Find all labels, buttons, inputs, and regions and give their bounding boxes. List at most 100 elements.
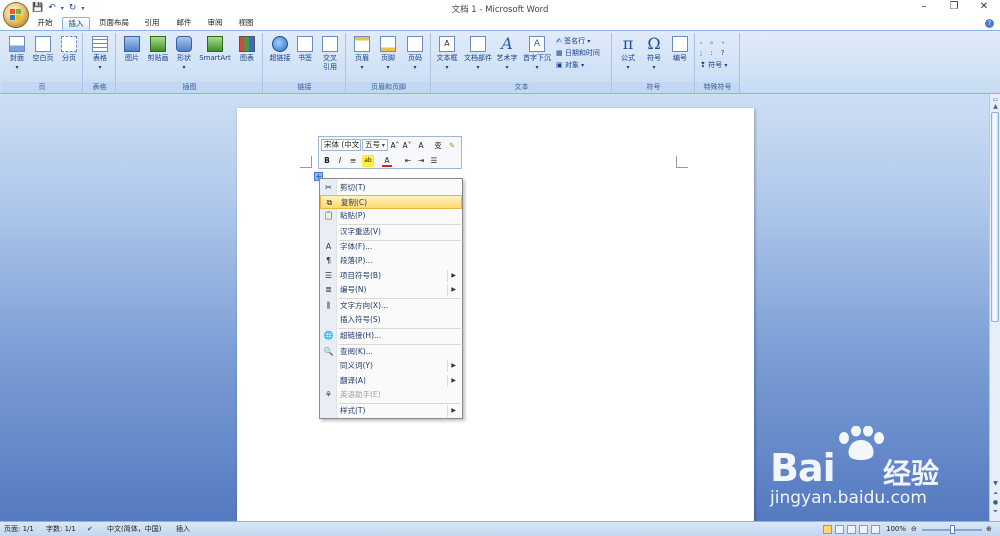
decrease-indent-icon[interactable]: ⇤ bbox=[403, 155, 413, 167]
context-menu-item[interactable]: 汉字重选(V) bbox=[320, 225, 462, 239]
context-menu-item[interactable]: 插入符号(S) bbox=[320, 313, 462, 327]
quick-parts-button[interactable]: 文档部件 ▾ bbox=[461, 36, 495, 72]
chart-button[interactable]: 图表 bbox=[236, 36, 258, 63]
table-button[interactable]: 表格 ▾ bbox=[88, 36, 112, 72]
font-name-select[interactable]: 宋体 (中文 bbox=[321, 139, 361, 151]
scroll-up-icon[interactable]: ▲ bbox=[991, 103, 1000, 111]
bookmark-button[interactable]: 书签 bbox=[295, 36, 315, 63]
scroll-down-icon[interactable]: ▼ bbox=[991, 480, 1000, 488]
font-size-select[interactable]: 五号 ▾ bbox=[362, 139, 388, 151]
outline-view-icon[interactable] bbox=[859, 525, 868, 534]
page-count[interactable]: 页面: 1/1 bbox=[4, 524, 34, 535]
footer-button[interactable]: 页脚 ▾ bbox=[377, 36, 399, 72]
scroll-thumb[interactable] bbox=[991, 112, 999, 322]
increase-indent-icon[interactable]: ⇥ bbox=[416, 155, 426, 167]
tab-view[interactable]: 视图 bbox=[232, 17, 260, 30]
context-menu-item[interactable]: ¶ 段落(P)... bbox=[320, 254, 462, 268]
chart-label: 图表 bbox=[240, 54, 254, 62]
zoom-slider-knob[interactable] bbox=[950, 525, 955, 534]
textbox-button[interactable]: A 文本框 ▾ bbox=[434, 36, 460, 72]
tab-insert[interactable]: 插入 bbox=[62, 17, 90, 30]
clipart-button[interactable]: 剪贴画 bbox=[144, 36, 172, 63]
hyperlink-button[interactable]: 超链接 bbox=[267, 36, 293, 63]
menu-item-icon: ≣ bbox=[325, 285, 332, 294]
insert-mode[interactable]: 插入 bbox=[176, 524, 190, 535]
page-break-button[interactable]: 分页 bbox=[57, 36, 81, 63]
web-layout-icon[interactable] bbox=[847, 525, 856, 534]
object-label: 对象 bbox=[564, 61, 579, 69]
proofing-icon[interactable]: ✔ bbox=[87, 524, 93, 535]
bold-icon[interactable]: B bbox=[322, 155, 332, 167]
print-layout-view-icon[interactable] bbox=[823, 525, 832, 534]
tab-page-layout[interactable]: 页面布局 bbox=[95, 17, 133, 30]
grow-font-icon[interactable]: A˄ bbox=[390, 140, 400, 152]
font-color-icon[interactable]: A bbox=[382, 155, 392, 167]
context-menu-item[interactable]: 同义词(Y) ▶ bbox=[320, 359, 462, 373]
document-page[interactable] bbox=[237, 108, 754, 522]
special-symbols-row2[interactable]: ;:? bbox=[700, 48, 732, 58]
close-button[interactable]: ✕ bbox=[977, 1, 991, 12]
bullets-icon[interactable]: ☰ bbox=[429, 155, 439, 167]
help-icon[interactable]: ? bbox=[985, 19, 994, 28]
blank-page-button[interactable]: 空白页 bbox=[29, 36, 57, 63]
context-menu-item[interactable]: ⫼ 文字方向(X)... bbox=[320, 299, 462, 313]
highlight-icon[interactable]: ab bbox=[362, 155, 374, 167]
word-count[interactable]: 字数: 1/1 bbox=[46, 524, 76, 535]
context-menu-item[interactable]: ✂ 剪切(T) bbox=[320, 181, 462, 195]
format-painter-icon[interactable]: ✎ bbox=[447, 140, 457, 152]
phonetic-guide-icon[interactable]: 变 bbox=[433, 140, 443, 152]
picture-button[interactable]: 图片 bbox=[121, 36, 143, 63]
context-menu-item[interactable]: 翻译(A) ▶ bbox=[320, 374, 462, 388]
special-symbol-button[interactable]: ❢ 符号 ▾ bbox=[700, 60, 727, 71]
page-number-button[interactable]: 页码 ▾ bbox=[404, 36, 426, 72]
zoom-out-icon[interactable]: ⊖ bbox=[911, 524, 917, 535]
context-menu-item[interactable]: 样式(T) ▶ bbox=[320, 404, 462, 418]
center-align-icon[interactable]: ≡ bbox=[348, 155, 358, 167]
header-button[interactable]: 页眉 ▾ bbox=[351, 36, 373, 72]
context-menu-item[interactable]: 🌐 超链接(H)... bbox=[320, 329, 462, 343]
wordart-button[interactable]: A 艺术字 ▾ bbox=[494, 36, 520, 72]
submenu-divider bbox=[447, 360, 448, 372]
styles-icon[interactable]: A bbox=[416, 140, 426, 152]
draft-view-icon[interactable] bbox=[871, 525, 880, 534]
prev-page-icon[interactable]: ⏶ bbox=[991, 490, 1000, 498]
menu-item-icon: ⫼ bbox=[326, 301, 331, 310]
browse-object-icon[interactable]: ● bbox=[991, 499, 1000, 507]
context-menu-item[interactable]: ☰ 项目符号(B) ▶ bbox=[320, 269, 462, 283]
minimize-button[interactable]: – bbox=[917, 1, 931, 12]
tab-review[interactable]: 审阅 bbox=[201, 17, 229, 30]
zoom-in-icon[interactable]: ⊕ bbox=[986, 524, 992, 535]
crossref-button[interactable]: 交叉 引用 bbox=[319, 36, 341, 72]
shrink-font-icon[interactable]: A˅ bbox=[402, 140, 412, 152]
submenu-divider bbox=[447, 405, 448, 417]
italic-icon[interactable]: I bbox=[335, 155, 345, 167]
zoom-level[interactable]: 100% bbox=[886, 524, 906, 535]
symbol-button[interactable]: Ω 符号 ▾ bbox=[643, 36, 665, 72]
equation-button[interactable]: π 公式 ▾ bbox=[617, 36, 639, 72]
calendar-icon: ▦ bbox=[556, 49, 563, 57]
office-button[interactable] bbox=[3, 2, 29, 28]
restore-button[interactable]: ❐ bbox=[947, 1, 961, 12]
tab-references[interactable]: 引用 bbox=[138, 17, 166, 30]
special-symbols-row1[interactable]: ,。、 bbox=[700, 36, 737, 46]
smartart-button[interactable]: SmartArt bbox=[197, 36, 233, 63]
signature-line-button[interactable]: ✍ 签名行 ▾ bbox=[556, 36, 590, 47]
next-page-icon[interactable]: ⏷ bbox=[991, 508, 1000, 516]
context-menu-item[interactable]: ≣ 编号(N) ▶ bbox=[320, 283, 462, 297]
context-menu-item[interactable]: 📋 粘贴(P) bbox=[320, 209, 462, 223]
shapes-button[interactable]: 形状 ▾ bbox=[173, 36, 195, 72]
date-time-button[interactable]: ▦ 日期和时间 bbox=[556, 48, 600, 58]
context-menu-item[interactable]: 🔍 查阅(K)... bbox=[320, 345, 462, 359]
cover-button[interactable]: 封面 ▾ bbox=[6, 36, 28, 72]
language-indicator[interactable]: 中文(简体，中国) bbox=[107, 524, 161, 535]
object-button[interactable]: ▣ 对象 ▾ bbox=[556, 60, 584, 71]
menu-item-icon: ⧉ bbox=[326, 198, 333, 207]
numbering-button[interactable]: 编号 bbox=[669, 36, 691, 63]
dropcap-button[interactable]: A 首字下沉 ▾ bbox=[520, 36, 554, 72]
full-screen-reading-icon[interactable] bbox=[835, 525, 844, 534]
vertical-scrollbar[interactable]: ▭ ▲ ▼ ⏶ ● ⏷ bbox=[989, 94, 1000, 521]
context-menu-item[interactable]: ⧉ 复制(C) bbox=[320, 195, 462, 209]
context-menu-item[interactable]: A 字体(F)... bbox=[320, 240, 462, 254]
tab-mailings[interactable]: 邮件 bbox=[170, 17, 198, 30]
tab-home[interactable]: 开始 bbox=[31, 17, 59, 30]
